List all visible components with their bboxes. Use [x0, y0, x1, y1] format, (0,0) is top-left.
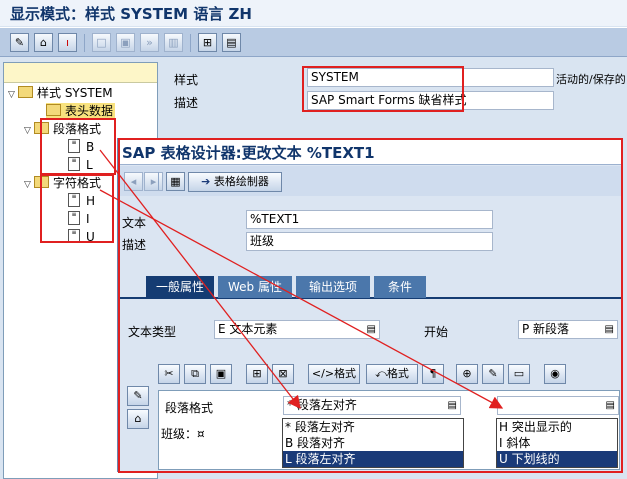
style-label: 样式: [174, 73, 199, 87]
new-icon[interactable]: □: [92, 33, 111, 52]
activate-icon[interactable]: ı: [58, 33, 77, 52]
move-icon[interactable]: »: [140, 33, 159, 52]
highlight-char-formats: [40, 174, 114, 243]
document-icon[interactable]: ▤: [222, 33, 241, 52]
display-change-icon[interactable]: ✎: [10, 33, 29, 52]
status-text: 活动的/保存的: [556, 73, 626, 86]
tree-header: [4, 63, 157, 83]
folder-icon: [46, 104, 61, 116]
delete-icon[interactable]: ▥: [164, 33, 183, 52]
hierarchy-icon[interactable]: ⌂: [34, 33, 53, 52]
copy-icon[interactable]: ▣: [116, 33, 135, 52]
window-title: 显示模式：样式 SYSTEM 语言 ZH: [0, 0, 627, 26]
desc-label: 描述: [174, 96, 199, 110]
highlight-dialog: [118, 138, 623, 473]
expand-icon[interactable]: ⊞: [198, 33, 217, 52]
tree-node-header-data[interactable]: 表头数据: [46, 103, 116, 119]
tree-node-root[interactable]: ▽ 样式 SYSTEM: [8, 85, 113, 101]
highlight-paragraph-formats: [40, 118, 116, 175]
main-toolbar: ✎ ⌂ ı □ ▣ » ▥ ⊞ ▤: [0, 27, 627, 57]
highlight-style-fields: [302, 66, 464, 112]
folder-icon: [18, 86, 33, 98]
